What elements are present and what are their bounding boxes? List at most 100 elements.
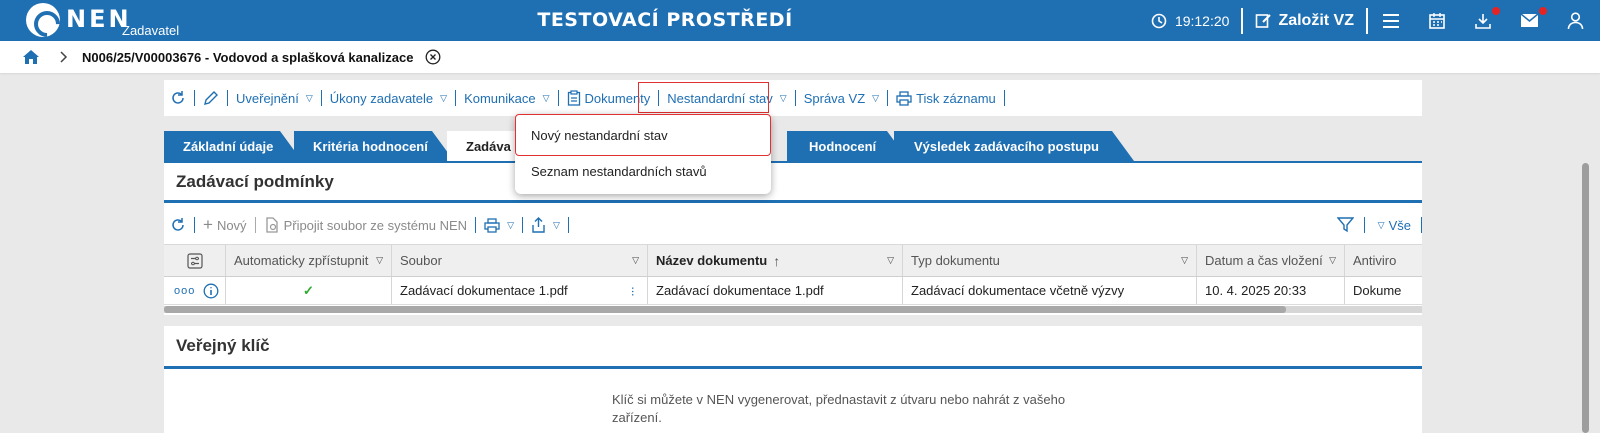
user-button[interactable] bbox=[1553, 0, 1600, 41]
publication-menu[interactable]: Uveřejnění ▽ bbox=[228, 87, 321, 109]
tab-procedure-result[interactable]: Výsledek zadávacího postupu bbox=[894, 131, 1134, 161]
column-label: Soubor bbox=[400, 253, 442, 268]
separator bbox=[1421, 217, 1422, 233]
filter-icon[interactable]: ▽ bbox=[887, 255, 894, 266]
new-button[interactable]: + Nový bbox=[195, 214, 255, 236]
vz-management-menu[interactable]: Správa VZ ▽ bbox=[796, 87, 887, 109]
chevron-down-icon: ▽ bbox=[440, 92, 448, 103]
filter-icon[interactable]: ▽ bbox=[1181, 255, 1188, 266]
separator bbox=[567, 217, 569, 233]
sort-ascending-icon: ↑ bbox=[773, 252, 781, 269]
close-icon[interactable] bbox=[425, 49, 441, 65]
horizontal-scrollbar[interactable] bbox=[164, 306, 1422, 313]
new-label: Nový bbox=[216, 217, 247, 233]
refresh-icon bbox=[172, 218, 184, 231]
contract-conditions-panel: Zadávací podmínky + Nový Připojit soubor… bbox=[164, 163, 1422, 315]
chevron-down-icon: ▽ bbox=[305, 92, 313, 103]
table-row[interactable]: ooo ✓ Zadávací dokumentace 1.pdf ··· Zad… bbox=[164, 277, 1422, 305]
refresh-icon bbox=[172, 91, 184, 104]
create-vz-button[interactable]: Založit VZ bbox=[1243, 0, 1366, 41]
attach-label: Připojit soubor ze systému NEN bbox=[283, 217, 468, 233]
column-header-document-name[interactable]: Název dokumentu ↑ ▽ bbox=[648, 245, 903, 276]
share-icon bbox=[532, 217, 545, 233]
refresh-button[interactable] bbox=[164, 87, 194, 109]
tab-evaluation[interactable]: Hodnocení bbox=[787, 131, 909, 161]
grid-header: Automaticky zpřístupnit ▽ Soubor ▽ Název d… bbox=[164, 244, 1422, 277]
edit-button[interactable] bbox=[195, 87, 227, 109]
nonstandard-state-dropdown: Nový nestandardní stav Seznam nestandard… bbox=[515, 114, 771, 194]
filter-icon[interactable]: ▽ bbox=[632, 255, 639, 266]
date-inserted-cell: 10. 4. 2025 20:33 bbox=[1197, 277, 1345, 304]
view-all-label[interactable]: Vše bbox=[1389, 218, 1411, 233]
info-icon[interactable] bbox=[203, 283, 219, 299]
notification-dot bbox=[1539, 7, 1547, 15]
tab-label: Zadáva bbox=[466, 138, 511, 154]
tab-label: Hodnocení bbox=[809, 138, 877, 154]
attach-from-nen-button[interactable]: Připojit soubor ze systému NEN bbox=[256, 214, 476, 236]
filter-icon[interactable] bbox=[1336, 217, 1354, 233]
breadcrumb-current: N006/25/V00003676 - Vodovod a splašková … bbox=[82, 49, 414, 65]
print-record-button[interactable]: Tisk záznamu bbox=[888, 87, 1004, 109]
contracting-actions-label: Úkony zadavatele bbox=[329, 90, 434, 106]
column-header-date-inserted[interactable]: Datum a čas vložení ▽ bbox=[1197, 245, 1345, 276]
column-header-antivirus[interactable]: Antiviro bbox=[1345, 245, 1422, 276]
separator bbox=[1003, 90, 1005, 106]
tab-bar: Základní údaje Kritéria hodnocení Zadáva… bbox=[164, 131, 1422, 161]
chevron-down-icon: ▽ bbox=[542, 92, 550, 103]
top-bar: NEN Zadavatel TESTOVACÍ PROSTŘEDÍ 19:12:… bbox=[0, 0, 1600, 41]
column-label: Typ dokumentu bbox=[911, 253, 1000, 268]
export-menu[interactable]: ▽ bbox=[523, 214, 568, 236]
menu-button[interactable] bbox=[1368, 0, 1414, 41]
communication-menu[interactable]: Komunikace ▽ bbox=[456, 87, 557, 109]
home-icon[interactable] bbox=[22, 49, 40, 65]
column-header-auto-access[interactable]: Automaticky zpřístupnit ▽ bbox=[226, 245, 392, 276]
menu-item-new-nonstandard-state[interactable]: Nový nestandardní stav bbox=[531, 128, 668, 143]
print-menu[interactable]: ▽ bbox=[476, 214, 522, 236]
tab-basic-info[interactable]: Základní údaje bbox=[164, 131, 302, 161]
environment-title: TESTOVACÍ PROSTŘEDÍ bbox=[537, 9, 793, 31]
file-cell[interactable]: Zadávací dokumentace 1.pdf ··· bbox=[392, 277, 648, 304]
vertical-scrollbar[interactable] bbox=[1582, 163, 1589, 433]
grid-toolbar: + Nový Připojit soubor ze systému NEN ▽ … bbox=[164, 210, 1422, 240]
highlight-box bbox=[638, 82, 769, 113]
printer-icon bbox=[896, 90, 912, 106]
grid-refresh-button[interactable] bbox=[164, 214, 194, 236]
tab-evaluation-criteria[interactable]: Kritéria hodnocení bbox=[294, 131, 454, 161]
kebab-menu-icon[interactable]: ··· bbox=[626, 286, 641, 296]
contracting-actions-menu[interactable]: Úkony zadavatele ▽ bbox=[322, 87, 455, 109]
download-icon bbox=[1475, 13, 1491, 29]
clipboard-icon bbox=[567, 90, 580, 106]
file-name[interactable]: Zadávací dokumentace 1.pdf bbox=[400, 283, 568, 298]
filter-icon[interactable]: ▽ bbox=[376, 255, 383, 266]
chevron-down-icon: ▽ bbox=[507, 219, 514, 230]
user-icon bbox=[1567, 11, 1584, 29]
tab-label: Výsledek zadávacího postupu bbox=[914, 138, 1099, 154]
breadcrumb: N006/25/V00003676 - Vodovod a splašková … bbox=[0, 41, 1600, 73]
document-name-cell: Zadávací dokumentace 1.pdf bbox=[648, 277, 903, 304]
menu-item-nonstandard-states-list[interactable]: Seznam nestandardních stavů bbox=[531, 164, 707, 179]
more-options-icon[interactable]: ooo bbox=[174, 285, 195, 297]
scrollbar-thumb[interactable] bbox=[164, 306, 1286, 313]
pencil-icon bbox=[204, 91, 218, 105]
session-clock: 19:12:20 bbox=[1139, 0, 1242, 41]
filter-icon[interactable]: ▽ bbox=[1329, 255, 1336, 266]
mail-button[interactable] bbox=[1506, 0, 1553, 41]
chevron-down-icon: ▽ bbox=[872, 92, 880, 103]
printer-icon bbox=[484, 217, 500, 233]
column-label: Antiviro bbox=[1353, 253, 1397, 268]
menu-icon bbox=[1383, 13, 1399, 28]
public-key-panel: Veřejný klíč Klíč si můžete v NEN vygene… bbox=[164, 326, 1422, 433]
download-button[interactable] bbox=[1460, 0, 1506, 41]
column-header-file[interactable]: Soubor ▽ bbox=[392, 245, 648, 276]
chevron-down-icon: ▽ bbox=[553, 219, 560, 230]
column-header-document-type[interactable]: Typ dokumentu ▽ bbox=[903, 245, 1197, 276]
vz-management-label: Správa VZ bbox=[803, 90, 866, 106]
column-settings-button[interactable] bbox=[164, 245, 226, 276]
chevron-down-icon: ▽ bbox=[1377, 219, 1385, 230]
chevron-down-icon: ▽ bbox=[779, 92, 787, 103]
grid-filter-controls: ▽ Vše bbox=[1336, 210, 1422, 240]
auto-access-check: ✓ bbox=[226, 277, 392, 304]
section-title: Zadávací podmínky bbox=[176, 172, 334, 191]
tab-label: Kritéria hodnocení bbox=[313, 138, 428, 154]
calendar-button[interactable] bbox=[1414, 0, 1460, 41]
